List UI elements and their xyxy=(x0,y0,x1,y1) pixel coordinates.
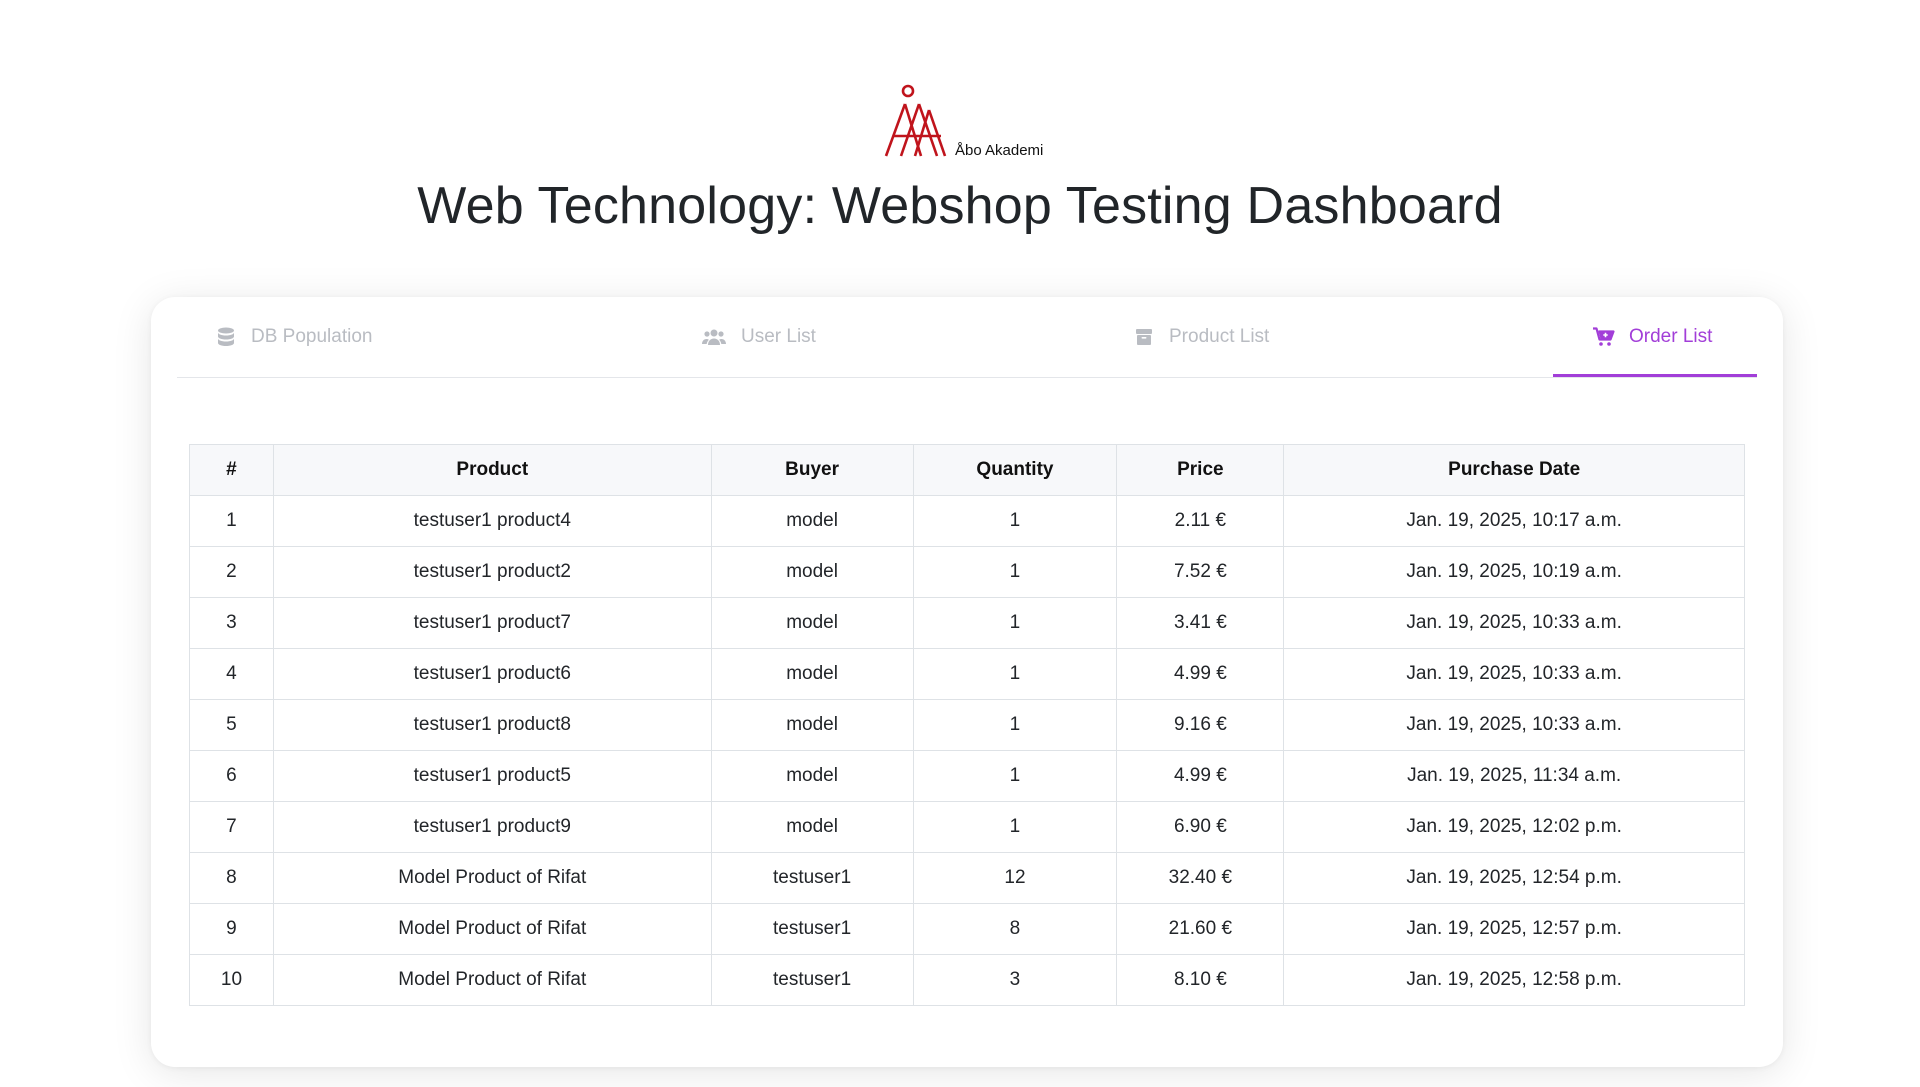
buyer-name-cell: model xyxy=(710,699,914,751)
price-cell: 7.52 € xyxy=(1116,546,1285,598)
price-cell: 3.41 € xyxy=(1116,597,1285,649)
purchase-date-cell: Jan. 19, 2025, 11:34 a.m. xyxy=(1283,750,1745,802)
cart-icon xyxy=(1593,326,1615,348)
order-number-cell: 6 xyxy=(189,750,274,802)
order-number-cell: 4 xyxy=(189,648,274,700)
price-cell: 6.90 € xyxy=(1116,801,1285,853)
logo-mark-icon xyxy=(884,84,947,157)
product-name-cell: testuser1 product2 xyxy=(272,546,712,598)
product-name-cell: Model Product of Rifat xyxy=(272,852,712,904)
table-row: 10 Model Product of Rifat testuser1 3 8.10 €… xyxy=(189,954,1745,1006)
orders-table: # Product Buyer Quantity Price Purchase Date … xyxy=(189,444,1745,1006)
buyer-name-cell: testuser1 xyxy=(710,852,914,904)
order-number-cell: 8 xyxy=(189,852,274,904)
product-name-cell: testuser1 product5 xyxy=(272,750,712,802)
table-body: 1 testuser1 product4 model 1 2.11 € Jan. 19, … xyxy=(189,495,1745,1006)
purchase-date-cell: Jan. 19, 2025, 12:57 p.m. xyxy=(1283,903,1745,955)
column-header-buyer: Buyer xyxy=(710,444,914,496)
order-number-cell: 5 xyxy=(189,699,274,751)
tab-label: User List xyxy=(741,326,816,347)
dashboard-card: DB Population User List Product List Ord… xyxy=(151,297,1783,1067)
order-number-cell: 3 xyxy=(189,597,274,649)
quantity-cell: 8 xyxy=(912,903,1118,955)
column-header-number: # xyxy=(189,444,274,496)
database-icon xyxy=(215,326,237,348)
table-row: 9 Model Product of Rifat testuser1 8 21.60 €… xyxy=(189,903,1745,955)
product-name-cell: Model Product of Rifat xyxy=(272,903,712,955)
column-header-quantity: Quantity xyxy=(912,444,1118,496)
product-name-cell: testuser1 product7 xyxy=(272,597,712,649)
quantity-cell: 1 xyxy=(912,495,1118,547)
order-number-cell: 1 xyxy=(189,495,274,547)
abo-akademi-logo: Åbo Akademi xyxy=(883,84,1043,160)
purchase-date-cell: Jan. 19, 2025, 10:33 a.m. xyxy=(1283,699,1745,751)
column-header-product: Product xyxy=(272,444,712,496)
table-row: 8 Model Product of Rifat testuser1 12 32.40 … xyxy=(189,852,1745,904)
price-cell: 8.10 € xyxy=(1116,954,1285,1006)
table-row: 6 testuser1 product5 model 1 4.99 € Jan. 19, … xyxy=(189,750,1745,802)
price-cell: 4.99 € xyxy=(1116,648,1285,700)
price-cell: 2.11 € xyxy=(1116,495,1285,547)
buyer-name-cell: model xyxy=(710,750,914,802)
quantity-cell: 1 xyxy=(912,699,1118,751)
tab-label: Order List xyxy=(1629,326,1713,347)
column-header-price: Price xyxy=(1116,444,1285,496)
buyer-name-cell: testuser1 xyxy=(710,954,914,1006)
table-row: 7 testuser1 product9 model 1 6.90 € Jan. 19, … xyxy=(189,801,1745,853)
tab-label: DB Population xyxy=(251,326,373,347)
order-number-cell: 9 xyxy=(189,903,274,955)
users-icon xyxy=(701,326,727,348)
order-number-cell: 10 xyxy=(189,954,274,1006)
active-tab-indicator xyxy=(1553,374,1757,377)
quantity-cell: 1 xyxy=(912,597,1118,649)
product-name-cell: testuser1 product4 xyxy=(272,495,712,547)
table-row: 3 testuser1 product7 model 1 3.41 € Jan. 19, … xyxy=(189,597,1745,649)
buyer-name-cell: model xyxy=(710,495,914,547)
logo-text: Åbo Akademi xyxy=(955,142,1044,159)
price-cell: 21.60 € xyxy=(1116,903,1285,955)
price-cell: 9.16 € xyxy=(1116,699,1285,751)
purchase-date-cell: Jan. 19, 2025, 10:33 a.m. xyxy=(1283,648,1745,700)
buyer-name-cell: model xyxy=(710,597,914,649)
product-name-cell: Model Product of Rifat xyxy=(272,954,712,1006)
tab-user-list[interactable]: User List xyxy=(701,297,816,377)
tab-label: Product List xyxy=(1169,326,1270,347)
buyer-name-cell: model xyxy=(710,546,914,598)
product-name-cell: testuser1 product6 xyxy=(272,648,712,700)
price-cell: 32.40 € xyxy=(1116,852,1285,904)
tab-bar: DB Population User List Product List Ord… xyxy=(177,297,1757,378)
purchase-date-cell: Jan. 19, 2025, 12:54 p.m. xyxy=(1283,852,1745,904)
purchase-date-cell: Jan. 19, 2025, 10:19 a.m. xyxy=(1283,546,1745,598)
table-row: 5 testuser1 product8 model 1 9.16 € Jan. 19, … xyxy=(189,699,1745,751)
quantity-cell: 3 xyxy=(912,954,1118,1006)
table-row: 4 testuser1 product6 model 1 4.99 € Jan. 19, … xyxy=(189,648,1745,700)
tab-product-list[interactable]: Product List xyxy=(1133,297,1269,377)
purchase-date-cell: Jan. 19, 2025, 12:58 p.m. xyxy=(1283,954,1745,1006)
quantity-cell: 12 xyxy=(912,852,1118,904)
order-number-cell: 2 xyxy=(189,546,274,598)
price-cell: 4.99 € xyxy=(1116,750,1285,802)
tab-order-list[interactable]: Order List xyxy=(1593,297,1712,377)
table-row: 1 testuser1 product4 model 1 2.11 € Jan. 19, … xyxy=(189,495,1745,547)
purchase-date-cell: Jan. 19, 2025, 10:17 a.m. xyxy=(1283,495,1745,547)
page-title: Web Technology: Webshop Testing Dashboar… xyxy=(417,177,1503,235)
purchase-date-cell: Jan. 19, 2025, 10:33 a.m. xyxy=(1283,597,1745,649)
quantity-cell: 1 xyxy=(912,648,1118,700)
buyer-name-cell: model xyxy=(710,648,914,700)
product-name-cell: testuser1 product9 xyxy=(272,801,712,853)
order-number-cell: 7 xyxy=(189,801,274,853)
column-header-purchase-date: Purchase Date xyxy=(1283,444,1745,496)
tab-db-population[interactable]: DB Population xyxy=(215,297,372,377)
table-header-row: # Product Buyer Quantity Price Purchase Date xyxy=(189,444,1745,496)
buyer-name-cell: testuser1 xyxy=(710,903,914,955)
buyer-name-cell: model xyxy=(710,801,914,853)
quantity-cell: 1 xyxy=(912,750,1118,802)
product-name-cell: testuser1 product8 xyxy=(272,699,712,751)
quantity-cell: 1 xyxy=(912,801,1118,853)
quantity-cell: 1 xyxy=(912,546,1118,598)
box-icon xyxy=(1133,326,1155,348)
table-row: 2 testuser1 product2 model 1 7.52 € Jan. 19, … xyxy=(189,546,1745,598)
purchase-date-cell: Jan. 19, 2025, 12:02 p.m. xyxy=(1283,801,1745,853)
